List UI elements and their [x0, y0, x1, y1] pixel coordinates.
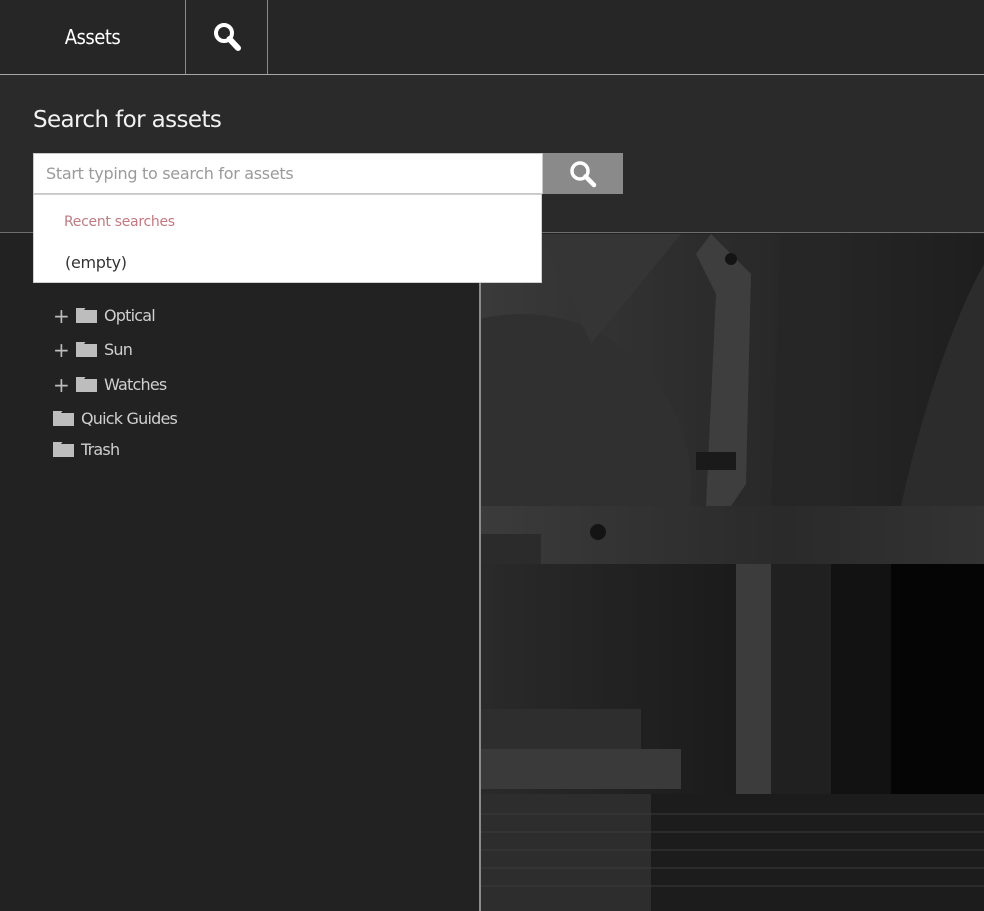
- tree-item-label: Trash: [81, 440, 120, 459]
- preview-graphic: [481, 234, 984, 911]
- tree-item-sun[interactable]: + Sun: [53, 340, 133, 360]
- tree-item-optical[interactable]: + Optical: [53, 306, 156, 326]
- search-title: Search for assets: [33, 107, 222, 133]
- tree-item-trash[interactable]: Trash: [53, 440, 120, 459]
- folder-tree: + Optical + Sun + Watches Quick Guides T…: [0, 234, 479, 911]
- folder-icon: [53, 411, 74, 426]
- expand-icon[interactable]: +: [53, 375, 70, 395]
- recent-searches-empty: (empty): [65, 253, 127, 272]
- tab-search[interactable]: [186, 0, 268, 74]
- folder-icon: [76, 342, 97, 357]
- expand-icon[interactable]: +: [53, 340, 70, 360]
- folder-icon: [53, 442, 74, 457]
- expand-icon[interactable]: +: [53, 306, 70, 326]
- tab-assets[interactable]: Assets: [0, 0, 186, 74]
- tree-item-label: Quick Guides: [81, 409, 178, 428]
- tree-item-quick-guides[interactable]: Quick Guides: [53, 409, 178, 428]
- asset-preview-image: [481, 234, 984, 911]
- search-input[interactable]: [33, 153, 543, 194]
- tab-assets-label: Assets: [64, 25, 121, 49]
- recent-searches-heading: Recent searches: [64, 214, 175, 230]
- tree-item-label: Sun: [104, 340, 133, 359]
- top-bar: Assets: [0, 0, 984, 75]
- recent-searches-dropdown: Recent searches (empty): [33, 194, 542, 283]
- tree-item-label: Optical: [104, 306, 156, 325]
- search-button[interactable]: [543, 153, 623, 194]
- tree-item-watches[interactable]: + Watches: [53, 375, 167, 395]
- folder-icon: [76, 308, 97, 323]
- folder-icon: [76, 377, 97, 392]
- tree-item-label: Watches: [104, 375, 167, 394]
- search-icon: [213, 23, 241, 51]
- search-icon: [570, 160, 597, 187]
